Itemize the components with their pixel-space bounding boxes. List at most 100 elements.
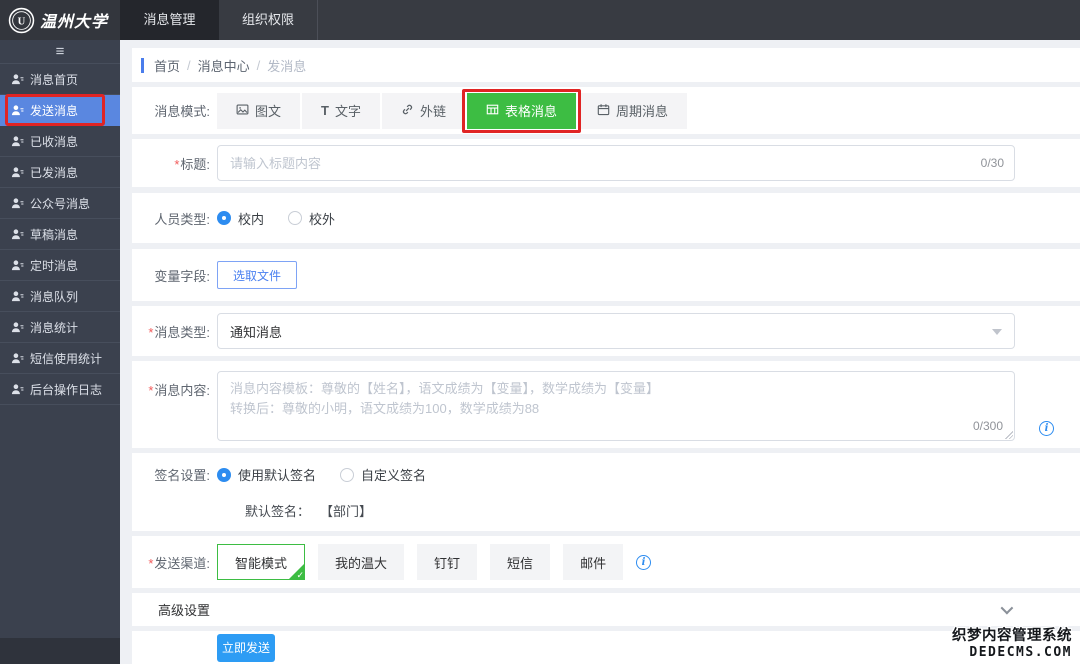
content-char-counter: 0/300 [973,419,1003,433]
section-advanced-settings: 高级设置 [132,593,1080,626]
mode-button-image-text[interactable]: 图文 [217,93,300,129]
send-now-button[interactable]: 立即发送 [217,634,275,662]
sidebar-collapse-icon[interactable]: ≡ [0,40,120,63]
user-icon [11,73,24,86]
mode-button-external-link[interactable]: 外链 [382,93,465,129]
channel-button-smart-mode[interactable]: 智能模式 ✓ [217,544,305,580]
chevron-down-icon [992,329,1002,340]
mode-button-periodic-message[interactable]: 周期消息 [578,93,687,129]
user-icon [11,383,24,396]
field-label-message-content: *消息内容: [132,371,210,399]
resize-grip-icon[interactable] [1005,431,1013,439]
watermark: 织梦内容管理系统 DEDECMS.COM [952,627,1072,661]
required-asterisk: * [148,556,153,571]
sidebar-item-message-queue[interactable]: 消息队列 [0,281,120,312]
channel-button-my-wzu[interactable]: 我的温大 [318,544,404,580]
info-icon[interactable]: i [636,555,651,570]
radio-selected-icon [217,211,231,225]
sidebar-item-sms-usage-statistics[interactable]: 短信使用统计 [0,343,120,374]
user-icon [11,259,24,272]
user-icon [11,352,24,365]
sidebar-item-label: 消息队列 [30,288,78,305]
field-label-signature: 签名设置: [132,465,210,484]
sidebar-item-label: 短信使用统计 [30,350,102,367]
required-asterisk: * [148,325,153,340]
university-seal-icon: U [8,7,35,34]
breadcrumb-separator: / [187,58,191,73]
radio-custom-signature[interactable]: 自定义签名 [340,465,426,484]
breadcrumb-accent-bar [141,58,144,73]
field-label-message-type: *消息类型: [132,322,210,341]
sidebar-item-scheduled-messages[interactable]: 定时消息 [0,250,120,281]
sidebar-item-message-home[interactable]: 消息首页 [0,64,120,95]
user-icon [11,290,24,303]
message-type-select[interactable]: 通知消息 [217,313,1015,349]
sidebar-item-draft-messages[interactable]: 草稿消息 [0,219,120,250]
radio-off-campus[interactable]: 校外 [288,209,335,228]
channel-button-sms[interactable]: 短信 [490,544,550,580]
table-icon [486,103,499,119]
tab-org-permissions[interactable]: 组织权限 [219,0,318,40]
title-input[interactable] [217,145,1015,181]
radio-unselected-icon [288,211,302,225]
user-icon [11,228,24,241]
required-asterisk: * [174,157,179,172]
watermark-line1: 织梦内容管理系统 [952,627,1072,645]
sidebar: ≡ 消息首页 发送消息 已收消息 已发消息 公众号消息 草稿消息 定 [0,40,120,664]
user-icon [11,166,24,179]
sidebar-item-sent-messages[interactable]: 已发消息 [0,157,120,188]
sidebar-item-send-message[interactable]: 发送消息 [0,95,120,126]
field-label-mode: 消息模式: [132,101,210,120]
section-submit: 立即发送 [132,631,1080,664]
title-char-counter: 0/30 [981,156,1004,170]
default-signature-label: 默认签名： [245,501,310,520]
advanced-settings-toggle[interactable]: 高级设置 [132,593,1080,626]
sidebar-item-label: 已收消息 [30,133,78,150]
app-logo: U 温州大学 [0,0,120,40]
sidebar-item-backend-operation-log[interactable]: 后台操作日志 [0,374,120,405]
sidebar-footer [0,638,120,664]
sidebar-item-label: 公众号消息 [30,195,90,212]
section-person-type: 人员类型: 校内 校外 [132,193,1080,243]
section-variable-field: 变量字段: 选取文件 [132,249,1080,301]
choose-file-button[interactable]: 选取文件 [217,261,297,289]
field-label-person-type: 人员类型: [132,209,210,228]
university-name: 温州大学 [40,8,108,32]
user-icon [11,104,24,117]
sidebar-menu: 消息首页 发送消息 已收消息 已发消息 公众号消息 草稿消息 定时消息 [0,63,120,405]
tab-message-management[interactable]: 消息管理 [120,0,219,40]
mode-button-text[interactable]: T 文字 [302,93,380,129]
user-icon [11,197,24,210]
section-message-mode: 消息模式: 图文 T 文字 外链 表格消息 [132,87,1080,134]
sidebar-item-label: 定时消息 [30,257,78,274]
calendar-icon [597,103,610,119]
breadcrumb: 首页 / 消息中心 / 发消息 [132,48,1080,82]
user-icon [11,135,24,148]
section-send-channel: *发送渠道: 智能模式 ✓ 我的温大 钉钉 短信 邮件 i [132,536,1080,588]
sidebar-item-label: 发送消息 [30,102,78,119]
required-asterisk: * [148,383,153,398]
sidebar-item-received-messages[interactable]: 已收消息 [0,126,120,157]
radio-unselected-icon [340,468,354,482]
sidebar-item-official-account-messages[interactable]: 公众号消息 [0,188,120,219]
section-message-type: *消息类型: 通知消息 [132,306,1080,356]
breadcrumb-message-center[interactable]: 消息中心 [198,56,250,75]
channel-button-dingtalk[interactable]: 钉钉 [417,544,477,580]
message-content-textarea[interactable] [217,371,1015,441]
sidebar-item-label: 消息统计 [30,319,78,336]
user-icon [11,321,24,334]
sidebar-item-label: 草稿消息 [30,226,78,243]
radio-default-signature[interactable]: 使用默认签名 [217,465,316,484]
sidebar-item-label: 消息首页 [30,71,78,88]
image-icon [236,103,249,119]
sidebar-item-message-statistics[interactable]: 消息统计 [0,312,120,343]
mode-button-table-message[interactable]: 表格消息 [467,93,576,129]
field-label-variable-field: 变量字段: [132,266,210,285]
radio-on-campus[interactable]: 校内 [217,209,264,228]
sidebar-item-label: 已发消息 [30,164,78,181]
message-type-selected-value: 通知消息 [230,322,282,341]
info-icon[interactable]: i [1039,421,1054,436]
breadcrumb-current-page: 发消息 [267,56,306,75]
breadcrumb-home[interactable]: 首页 [154,56,180,75]
channel-button-email[interactable]: 邮件 [563,544,623,580]
